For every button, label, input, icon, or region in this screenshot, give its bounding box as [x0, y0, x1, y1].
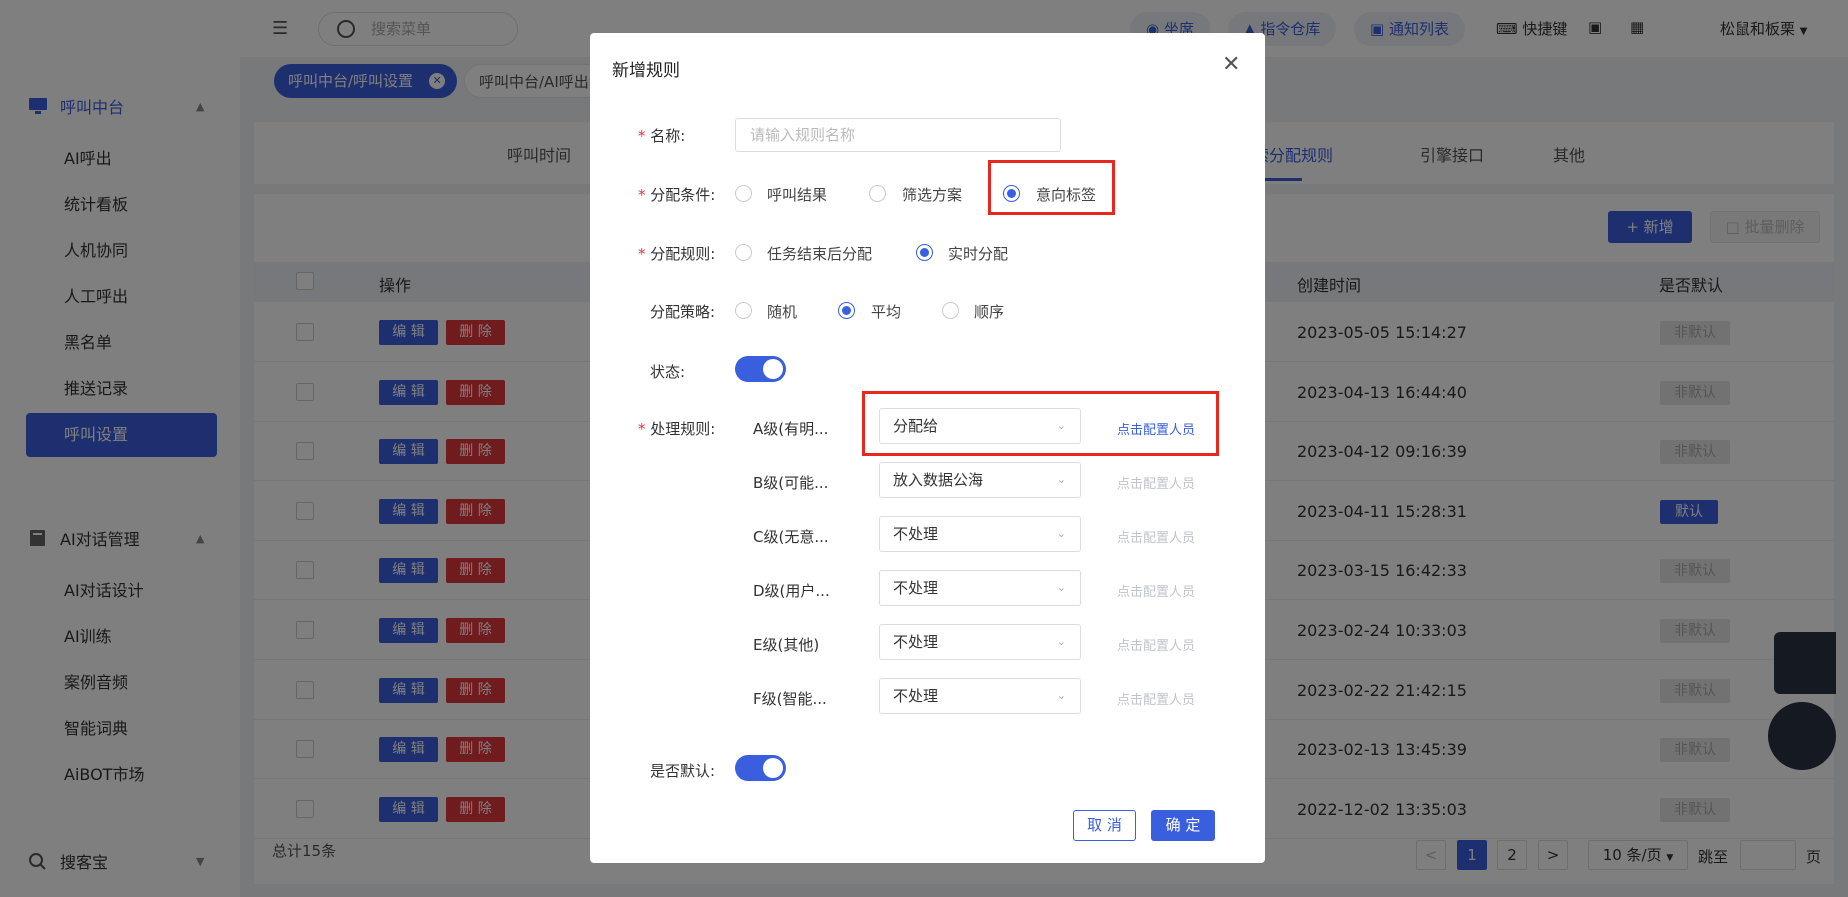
action-value: 不处理: [893, 687, 939, 705]
condition-label: * 分配条件:: [638, 186, 716, 204]
action-select[interactable]: 放入数据公海 ⌄: [879, 462, 1081, 498]
name-label: * 名称:: [638, 127, 686, 145]
close-icon[interactable]: ✕: [1222, 52, 1240, 77]
radio-label: 随机: [767, 303, 798, 321]
radio-sequential[interactable]: [942, 302, 959, 319]
assign-rule-label: * 分配规则:: [638, 245, 716, 263]
radio-random[interactable]: [735, 302, 752, 319]
default-toggle[interactable]: [735, 755, 786, 781]
radio-label: 任务结束后分配: [767, 245, 873, 263]
radio-label: 呼叫结果: [767, 186, 828, 204]
cancel-button[interactable]: 取 消: [1073, 810, 1136, 841]
rule-name-input[interactable]: 请输入规则名称: [735, 118, 1061, 152]
config-staff-link[interactable]: 点击配置人员: [1117, 635, 1195, 654]
chevron-down-icon: ⌄: [1056, 635, 1066, 648]
action-value: 不处理: [893, 525, 939, 543]
chevron-down-icon: ⌄: [1056, 581, 1066, 594]
radio-label: 实时分配: [948, 245, 1009, 263]
default-label: 是否默认:: [650, 762, 716, 780]
level-label: E级(其他): [753, 636, 820, 654]
radio-label: 筛选方案: [902, 186, 963, 204]
radio-filter-plan[interactable]: [869, 185, 886, 202]
config-staff-link[interactable]: 点击配置人员: [1117, 689, 1195, 708]
action-select[interactable]: 不处理 ⌄: [879, 570, 1081, 606]
radio-after-task[interactable]: [735, 244, 752, 261]
chevron-down-icon: ⌄: [1056, 527, 1066, 540]
action-value: 不处理: [893, 633, 939, 651]
handle-rule-label: * 处理规则:: [638, 420, 716, 438]
chevron-down-icon: ⌄: [1056, 689, 1066, 702]
level-label: F级(智能...: [753, 690, 827, 708]
status-toggle[interactable]: [735, 356, 786, 382]
config-staff-link[interactable]: 点击配置人员: [1117, 581, 1195, 600]
level-label: C级(无意...: [753, 528, 829, 546]
radio-label: 平均: [871, 303, 902, 321]
config-staff-link[interactable]: 点击配置人员: [1117, 527, 1195, 546]
action-value: 不处理: [893, 579, 939, 597]
status-label: 状态:: [650, 363, 686, 381]
radio-call-result[interactable]: [735, 185, 752, 202]
level-label: A级(有明...: [753, 420, 829, 438]
level-label: D级(用户...: [753, 582, 830, 600]
action-select[interactable]: 不处理 ⌄: [879, 624, 1081, 660]
highlight-box: [862, 391, 1219, 456]
confirm-button[interactable]: 确 定: [1151, 810, 1215, 841]
radio-label: 顺序: [974, 303, 1005, 321]
highlight-box: [988, 160, 1115, 215]
strategy-label: 分配策略:: [650, 303, 716, 321]
radio-realtime[interactable]: [916, 244, 933, 261]
chevron-down-icon: ⌄: [1056, 473, 1066, 486]
action-value: 放入数据公海: [893, 471, 984, 489]
radio-average[interactable]: [838, 302, 855, 319]
modal-title: 新增规则: [612, 61, 680, 81]
level-label: B级(可能...: [753, 474, 829, 492]
action-select[interactable]: 不处理 ⌄: [879, 516, 1081, 552]
config-staff-link[interactable]: 点击配置人员: [1117, 473, 1195, 492]
action-select[interactable]: 不处理 ⌄: [879, 678, 1081, 714]
